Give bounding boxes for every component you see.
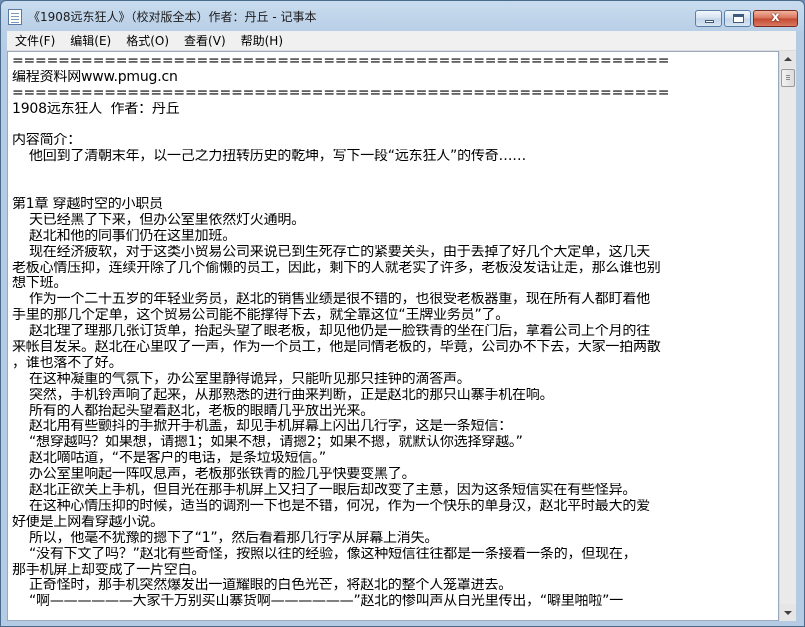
menu-format[interactable]: 格式(O) <box>118 32 176 49</box>
text-line: 天已经黑了下来，但办公室里依然灯火通明。 <box>12 212 305 228</box>
text-line: 所有的人都抬起头望着赵北，老板的眼睛几乎放出光来。 <box>12 403 374 419</box>
text-line <box>12 181 778 197</box>
maximize-icon <box>733 14 744 23</box>
scroll-up-button[interactable] <box>780 51 796 68</box>
text-line: 赵北正欲关上手机，但目光在那手机屏上又扫了一眼后却改变了主意，因为这条短信实在有… <box>12 483 637 499</box>
text-line: 正奇怪时，那手机突然爆发出一道耀眼的白色光芒，将赵北的整个人笼罩进去。 <box>12 578 512 594</box>
text-line: ========================================… <box>12 85 670 101</box>
text-line: 作为一个二十五岁的年轻业务员，赵北的销售业绩是很不错的，也很受老板器重，现在所有… <box>12 292 650 308</box>
text-line: “没有下文了吗？”赵北有些奇怪，按照以往的经验，像这种短信往往都是一条接着一条的… <box>12 546 637 562</box>
text-line: 办公室里响起一阵叹息声，老板那张铁青的脸几乎快要变黑了。 <box>12 467 416 483</box>
text-line: 那手机屏上却变成了一片空白。 <box>12 562 206 578</box>
minimize-button[interactable] <box>695 10 722 27</box>
text-line: 赵北理了理那几张订货单，抬起头望了眼老板，却见他仍是一脸铁青的坐在门后，拿着公司… <box>12 324 650 340</box>
text-content: ========================================… <box>12 54 778 610</box>
text-line: 赵北和他的同事们仍在这里加班。 <box>12 228 236 244</box>
text-editor[interactable]: ========================================… <box>7 51 779 621</box>
text-line: 老板心情压抑，连续开除了几个偷懒的员工，因此，剩下的人就老实了许多，老板没发话让… <box>12 260 661 276</box>
menu-file[interactable]: 文件(F) <box>7 32 62 49</box>
title-bar[interactable]: 《1908远东狂人》（校对版全本）作者：丹丘 - 记事本 x <box>1 1 804 31</box>
text-line: 在这种心情压抑的时候，适当的调剂一下也是不错，何况，作为一个快乐的单身汉，赵北平… <box>12 498 650 514</box>
text-line: 他回到了清朝末年，以一己之力扭转历史的乾坤，写下一段“远东狂人”的传奇…… <box>12 149 527 165</box>
text-line: 现在经济疲软，对于这类小贸易公司来说已到生死存亡的紧要关头，由于丢掉了好几个大定… <box>12 244 650 260</box>
text-line: 来帐目发呆。赵北在心里叹了一声，作为一个员工，他是同情老板的，毕竟，公司办不下去… <box>12 340 661 356</box>
text-line: 想下班。 <box>12 276 68 292</box>
text-line: 赵北嘀咕道，“不是客户的电话，是条垃圾短信。” <box>12 451 326 467</box>
text-line: “啊——————大家千万别买山寨货啊——————”赵北的惨叫声从白光里传出，“噼… <box>12 594 624 610</box>
maximize-button[interactable] <box>724 10 751 27</box>
scroll-thumb[interactable] <box>781 69 795 87</box>
text-line: 突然，手机铃声响了起来，从那熟悉的进行曲来判断，正是赵北的那只山寨手机在响。 <box>12 387 554 403</box>
close-button[interactable]: x <box>753 10 798 27</box>
menu-edit[interactable]: 编辑(E) <box>62 32 118 49</box>
notepad-app-icon <box>8 9 22 25</box>
text-line: 1908远东狂人 作者：丹丘 <box>12 101 180 117</box>
text-line: 编程资料网www.pmug.cn <box>12 69 178 85</box>
text-line: 在这种凝重的气氛下，办公室里静得诡异，只能听见那只挂钟的滴答声。 <box>12 371 471 387</box>
notepad-window: 《1908远东狂人》（校对版全本）作者：丹丘 - 记事本 x 文件(F) 编辑(… <box>0 0 805 627</box>
scroll-down-button[interactable] <box>780 604 796 621</box>
arrow-down-icon <box>784 611 792 615</box>
text-line: 手里的那几个定单，这个贸易公司能不能撑得下去，就全靠这位“王牌业务员”了。 <box>12 308 510 324</box>
text-line <box>12 165 778 181</box>
minimize-icon <box>705 20 714 23</box>
close-icon: x <box>771 10 780 25</box>
menu-help[interactable]: 帮助(H) <box>233 32 290 49</box>
text-line: “想穿越吗？如果想，请摁1；如果不想，请摁2；如果不摁，就默认你选择穿越。” <box>12 435 523 451</box>
window-title: 《1908远东狂人》（校对版全本）作者：丹丘 - 记事本 <box>28 10 317 24</box>
text-line: 第1章 穿越时空的小职员 <box>12 197 163 213</box>
arrow-up-icon <box>784 57 792 61</box>
text-line: ，谁也落不了好。 <box>12 355 123 371</box>
text-line: ========================================… <box>12 54 670 69</box>
menu-view[interactable]: 查看(V) <box>176 32 233 49</box>
text-line: 所以，他毫不犹豫的摁下了“1”，然后看着那几行字从屏幕上消失。 <box>12 530 439 546</box>
text-line: 赵北用有些颤抖的手掀开手机盖，却见手机屏幕上闪出几行字，这是一条短信： <box>12 419 512 435</box>
text-line: 内容简介： <box>12 133 81 149</box>
text-line <box>12 118 778 134</box>
vertical-scrollbar[interactable] <box>779 51 796 621</box>
window-frame-right <box>796 31 804 626</box>
text-line: 好便是上网看穿越小说。 <box>12 514 164 530</box>
window-frame-bottom <box>1 621 804 626</box>
menu-bar: 文件(F) 编辑(E) 格式(O) 查看(V) 帮助(H) <box>7 31 798 51</box>
window-controls: x <box>693 10 798 28</box>
